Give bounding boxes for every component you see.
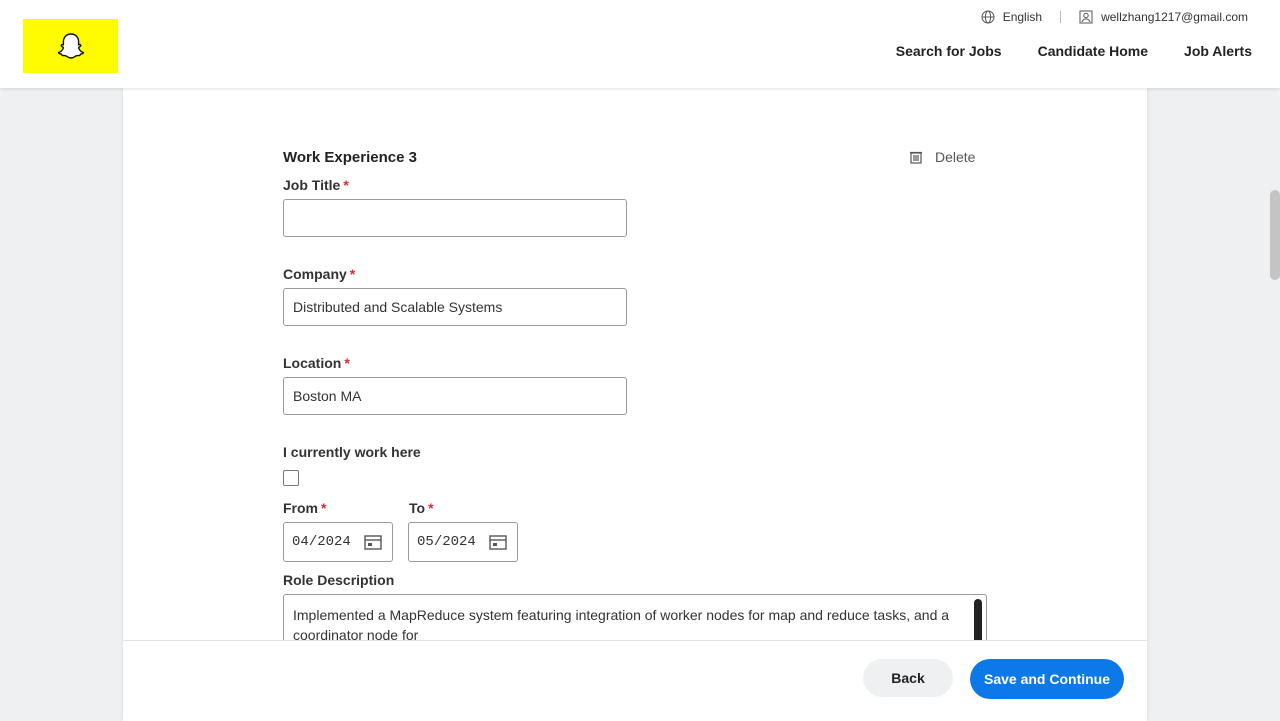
to-month-input[interactable]: 05	[417, 534, 434, 550]
from-date-field: 04/2024	[283, 522, 393, 562]
date-separator: /	[308, 534, 318, 550]
company-label: Company *	[283, 266, 355, 282]
nav-candidate-home[interactable]: Candidate Home	[1038, 43, 1148, 59]
role-description-text: Implemented a MapReduce system featuring…	[293, 607, 950, 643]
delete-button[interactable]: Delete	[909, 149, 975, 165]
site-header: English wellzhang1217@gmail.com Search f…	[0, 0, 1280, 88]
back-button[interactable]: Back	[863, 659, 953, 697]
work-experience-card: Work Experience 3 Delete Job Title * Comp…	[123, 88, 1147, 720]
required-mark: *	[321, 500, 327, 516]
section-title: Work Experience 3	[283, 149, 417, 166]
utility-bar: English wellzhang1217@gmail.com	[981, 10, 1248, 24]
snapchat-logo[interactable]	[23, 19, 118, 73]
language-selector[interactable]: English	[1003, 10, 1042, 24]
location-label: Location *	[283, 355, 350, 371]
to-year-input[interactable]: 2024	[442, 534, 476, 550]
page-scrollbar[interactable]	[1270, 190, 1280, 280]
to-date-field: 05/2024	[408, 522, 518, 562]
required-mark: *	[349, 266, 356, 282]
globe-icon	[981, 10, 995, 24]
from-label-text: From	[283, 500, 318, 516]
job-title-label: Job Title *	[283, 177, 349, 193]
calendar-icon[interactable]	[489, 534, 507, 550]
currently-work-here-checkbox[interactable]	[283, 470, 299, 486]
form-footer: Back Save and Continue	[123, 640, 1147, 721]
from-year-input[interactable]: 2024	[317, 534, 351, 550]
main-nav: Search for Jobs Candidate Home Job Alert…	[896, 43, 1252, 59]
company-input[interactable]	[283, 288, 627, 326]
trash-icon	[910, 151, 922, 164]
job-title-input[interactable]	[283, 199, 627, 237]
job-title-label-text: Job Title	[283, 177, 341, 193]
location-input[interactable]	[283, 377, 627, 415]
user-icon	[1079, 10, 1093, 24]
ghost-icon	[57, 33, 84, 59]
delete-label: Delete	[935, 149, 976, 165]
location-label-text: Location	[283, 355, 342, 371]
account-email[interactable]: wellzhang1217@gmail.com	[1101, 10, 1248, 24]
currently-work-here-label: I currently work here	[283, 444, 421, 460]
from-month-input[interactable]: 04	[292, 534, 309, 550]
divider	[1060, 11, 1062, 23]
company-label-text: Company	[283, 266, 347, 282]
to-label-text: To	[409, 500, 426, 516]
required-mark: *	[344, 355, 350, 371]
nav-search-jobs[interactable]: Search for Jobs	[896, 43, 1002, 59]
from-label: From *	[283, 500, 326, 516]
role-description-label: Role Description	[283, 572, 395, 588]
nav-job-alerts[interactable]: Job Alerts	[1184, 43, 1252, 59]
save-and-continue-button[interactable]: Save and Continue	[970, 659, 1124, 699]
date-separator: /	[433, 534, 443, 550]
to-label: To *	[409, 500, 434, 516]
required-mark: *	[343, 177, 349, 193]
calendar-icon[interactable]	[364, 534, 382, 550]
required-mark: *	[428, 500, 434, 516]
